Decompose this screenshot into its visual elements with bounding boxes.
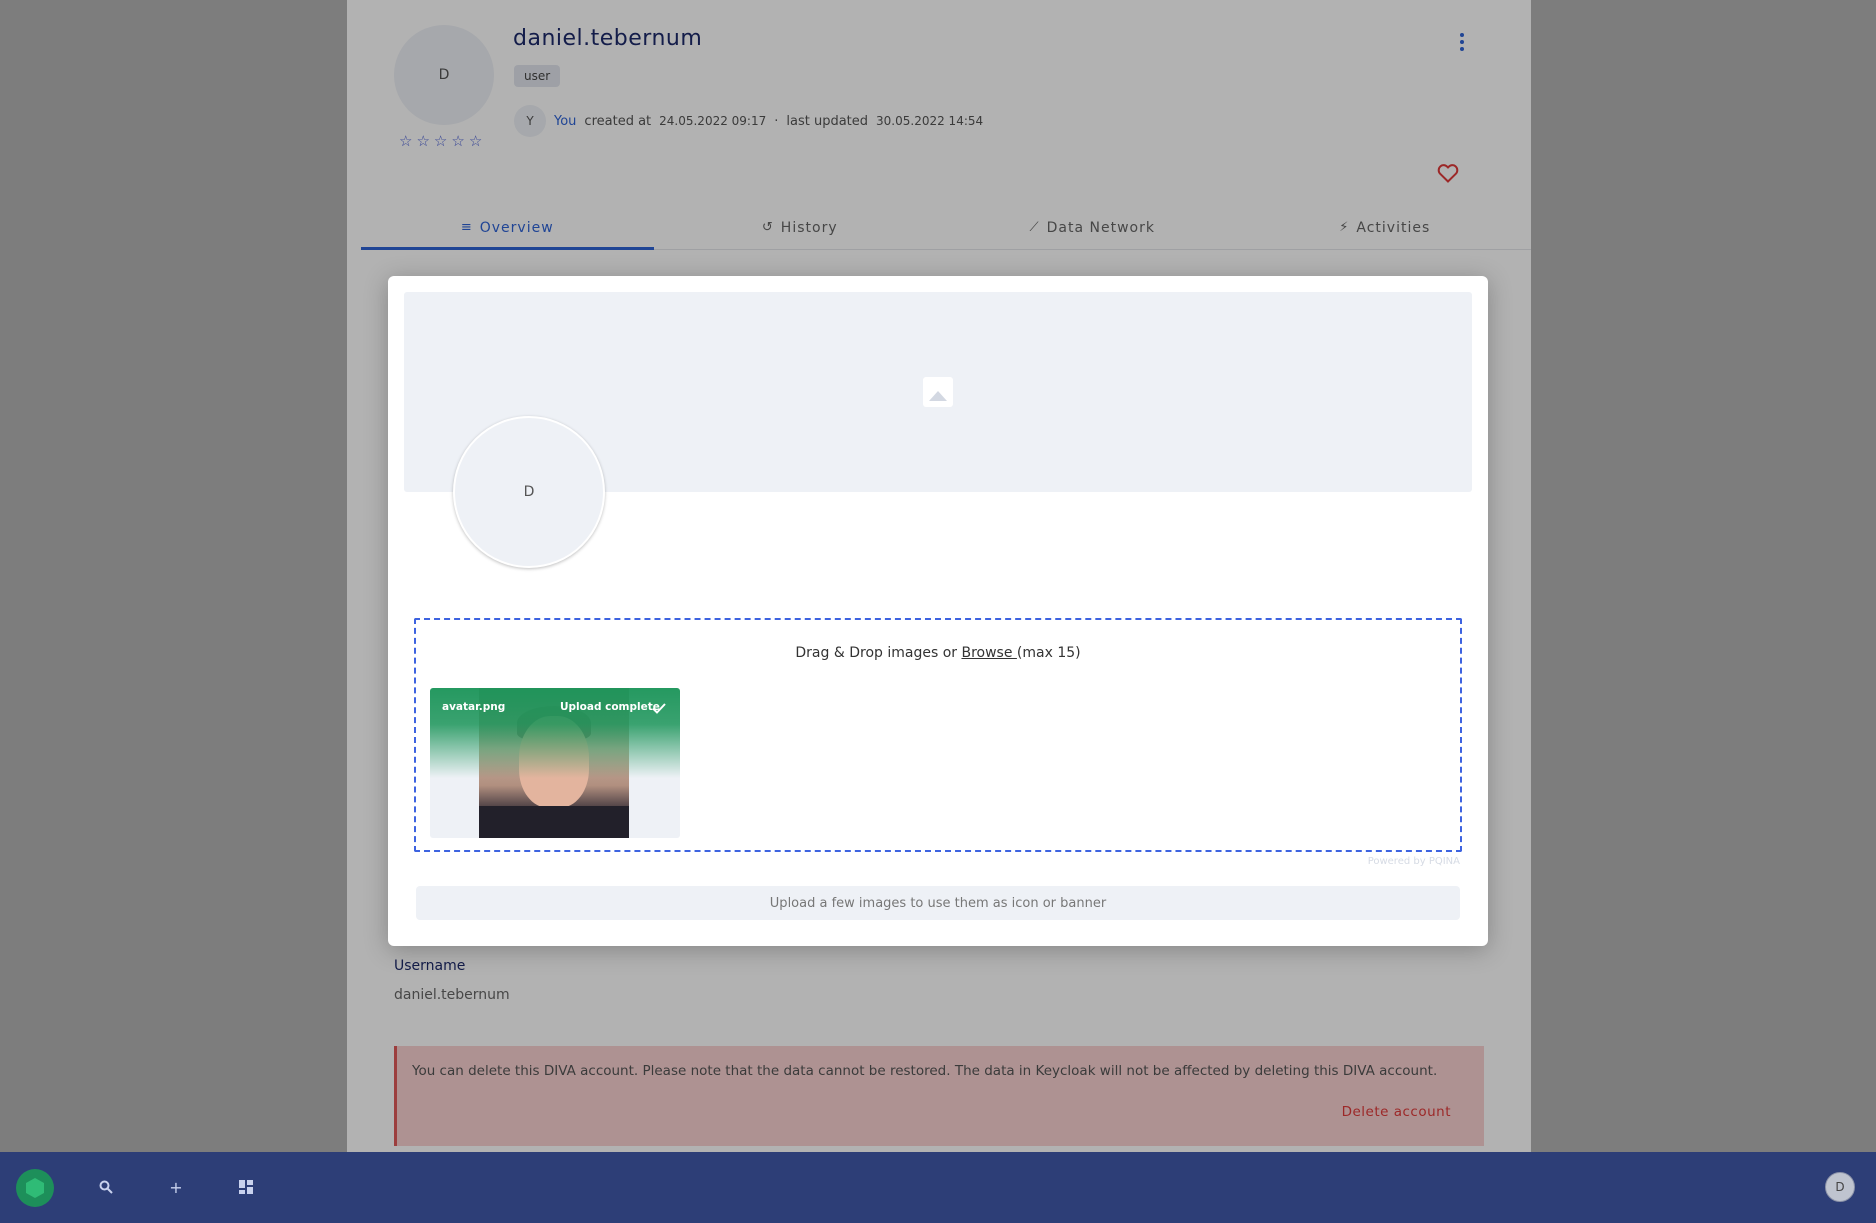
dropzone-text: Drag & Drop images or Browse (max 15) [416, 645, 1460, 661]
powered-by-label[interactable]: Powered by PQINA [1368, 856, 1460, 867]
image-icon [923, 377, 953, 407]
upload-filename: avatar.png [442, 701, 506, 713]
upload-hint: Upload a few images to use them as icon … [416, 886, 1460, 920]
dropzone-text-prefix: Drag & Drop images or [795, 645, 962, 661]
user-menu-avatar[interactable]: D [1825, 1172, 1855, 1202]
modal-avatar[interactable]: D [453, 416, 605, 568]
check-icon [652, 703, 666, 714]
plus-icon[interactable]: + [163, 1174, 189, 1200]
upload-status: Upload complete [560, 701, 660, 713]
dashboard-icon[interactable] [233, 1174, 259, 1200]
bottom-bar: + D [0, 1152, 1876, 1223]
browse-link[interactable]: Browse [961, 645, 1016, 661]
modal-avatar-initial: D [523, 484, 535, 500]
app-logo[interactable] [16, 1169, 54, 1207]
search-icon[interactable] [93, 1174, 119, 1200]
image-upload-modal: D Drag & Drop images or Browse (max 15) … [388, 276, 1488, 946]
dropzone-text-suffix: (max 15) [1016, 645, 1081, 661]
image-dropzone[interactable]: Drag & Drop images or Browse (max 15) av… [414, 618, 1462, 852]
uploaded-image-card[interactable]: avatar.png Upload complete [430, 688, 680, 838]
